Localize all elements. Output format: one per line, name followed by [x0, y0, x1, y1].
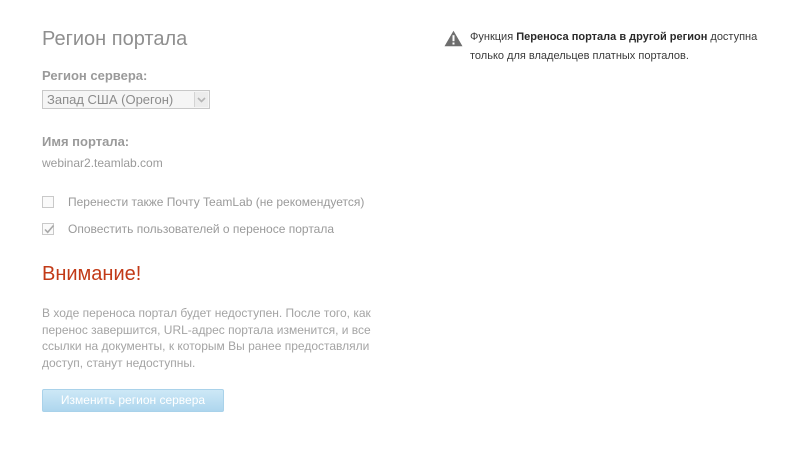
- chevron-down-icon: [194, 92, 208, 107]
- info-text-bold: Переноса портала в другой регион: [516, 31, 708, 43]
- server-region-label: Регион сервера:: [42, 68, 148, 83]
- change-region-button[interactable]: Изменить регион сервера: [42, 389, 224, 412]
- warning-title: Внимание!: [42, 263, 142, 285]
- server-region-selected-value: Запад США (Орегон): [47, 92, 174, 107]
- warning-text: В ходе переноса портал будет недоступен.…: [42, 306, 371, 370]
- checkmark-icon: [44, 224, 55, 234]
- notify-users-label: Оповестить пользователей о переносе порт…: [68, 222, 335, 236]
- page-title: Регион портала: [42, 28, 188, 50]
- move-mail-checkbox[interactable]: [42, 196, 54, 208]
- move-mail-label: Перенести также Почту TeamLab (не рекоме…: [68, 195, 365, 209]
- portal-name-value: webinar2.teamlab.com: [42, 156, 163, 170]
- portal-name-label: Имя портала:: [42, 134, 130, 149]
- info-text-before: Функция: [470, 31, 517, 43]
- server-region-select[interactable]: Запад США (Орегон): [42, 90, 210, 109]
- info-text: Функция Переноса портала в другой регион…: [470, 28, 790, 66]
- warning-triangle-icon: [444, 30, 463, 47]
- notify-users-checkbox[interactable]: [42, 223, 55, 235]
